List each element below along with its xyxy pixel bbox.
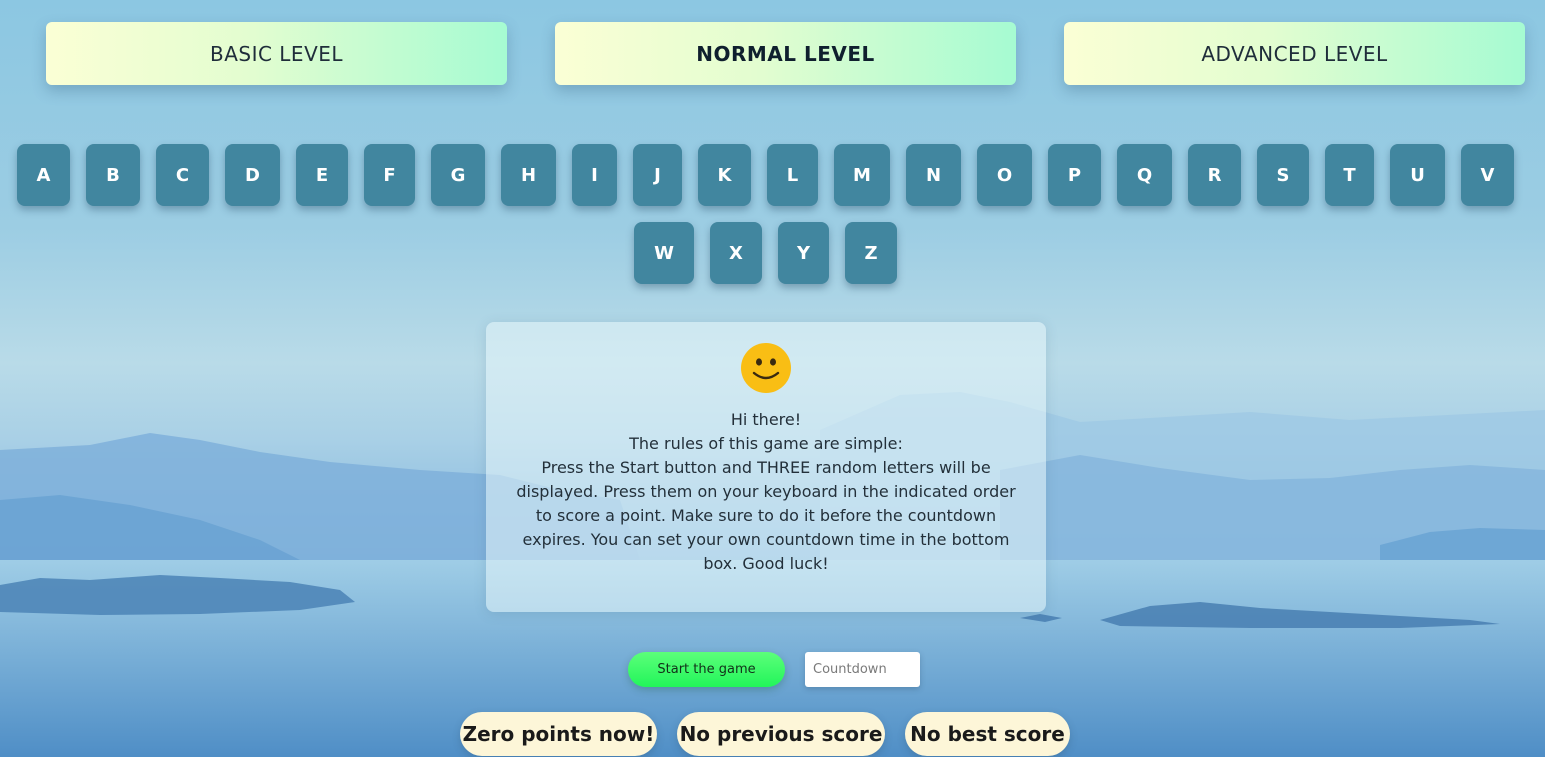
key-a[interactable]: A [17, 144, 70, 206]
key-v[interactable]: V [1461, 144, 1514, 206]
key-r[interactable]: R [1188, 144, 1241, 206]
current-score-text: Zero points now! [462, 722, 655, 746]
rules-greeting: Hi there! [730, 410, 802, 429]
level-selector: BASIC LEVEL NORMAL LEVEL ADVANCED LEVEL [0, 22, 1545, 86]
key-h[interactable]: H [501, 144, 556, 206]
key-e[interactable]: E [296, 144, 348, 206]
advanced-level-label: ADVANCED LEVEL [1201, 41, 1388, 66]
key-y[interactable]: Y [778, 222, 829, 284]
current-score-badge: Zero points now! [460, 712, 657, 756]
normal-level-label: NORMAL LEVEL [696, 41, 875, 66]
advanced-level-button[interactable]: ADVANCED LEVEL [1064, 22, 1525, 85]
key-z[interactable]: Z [845, 222, 897, 284]
basic-level-label: BASIC LEVEL [209, 41, 344, 66]
key-f[interactable]: F [364, 144, 415, 206]
previous-score-text: No previous score [679, 722, 883, 746]
key-s[interactable]: S [1257, 144, 1309, 206]
start-game-label: Start the game [657, 662, 756, 677]
key-u[interactable]: U [1390, 144, 1445, 206]
key-d[interactable]: D [225, 144, 280, 206]
key-w[interactable]: W [634, 222, 694, 284]
normal-level-button[interactable]: NORMAL LEVEL [555, 22, 1016, 85]
basic-level-button[interactable]: BASIC LEVEL [46, 22, 507, 85]
key-b[interactable]: B [86, 144, 140, 206]
best-score-text: No best score [910, 722, 1065, 746]
countdown-input[interactable] [805, 652, 920, 687]
previous-score-badge: No previous score [677, 712, 885, 756]
best-score-badge: No best score [905, 712, 1070, 756]
key-c[interactable]: C [156, 144, 209, 206]
key-n[interactable]: N [906, 144, 961, 206]
key-k[interactable]: K [698, 144, 751, 206]
key-j[interactable]: J [633, 144, 682, 206]
key-o[interactable]: O [977, 144, 1032, 206]
key-g[interactable]: G [431, 144, 485, 206]
start-game-button[interactable]: Start the game [628, 652, 785, 687]
rules-intro: The rules of this game are simple: [629, 434, 903, 453]
smiley-face-icon [741, 343, 791, 393]
key-l[interactable]: L [767, 144, 818, 206]
rules-panel: Hi there! The rules of this game are sim… [486, 322, 1046, 612]
key-i[interactable]: I [572, 144, 617, 206]
rules-text: Hi there! The rules of this game are sim… [510, 408, 1022, 576]
key-x[interactable]: X [710, 222, 762, 284]
key-m[interactable]: M [834, 144, 890, 206]
key-p[interactable]: P [1048, 144, 1101, 206]
key-t[interactable]: T [1325, 144, 1374, 206]
rules-body: Press the Start button and THREE random … [516, 458, 1016, 573]
key-q[interactable]: Q [1117, 144, 1172, 206]
